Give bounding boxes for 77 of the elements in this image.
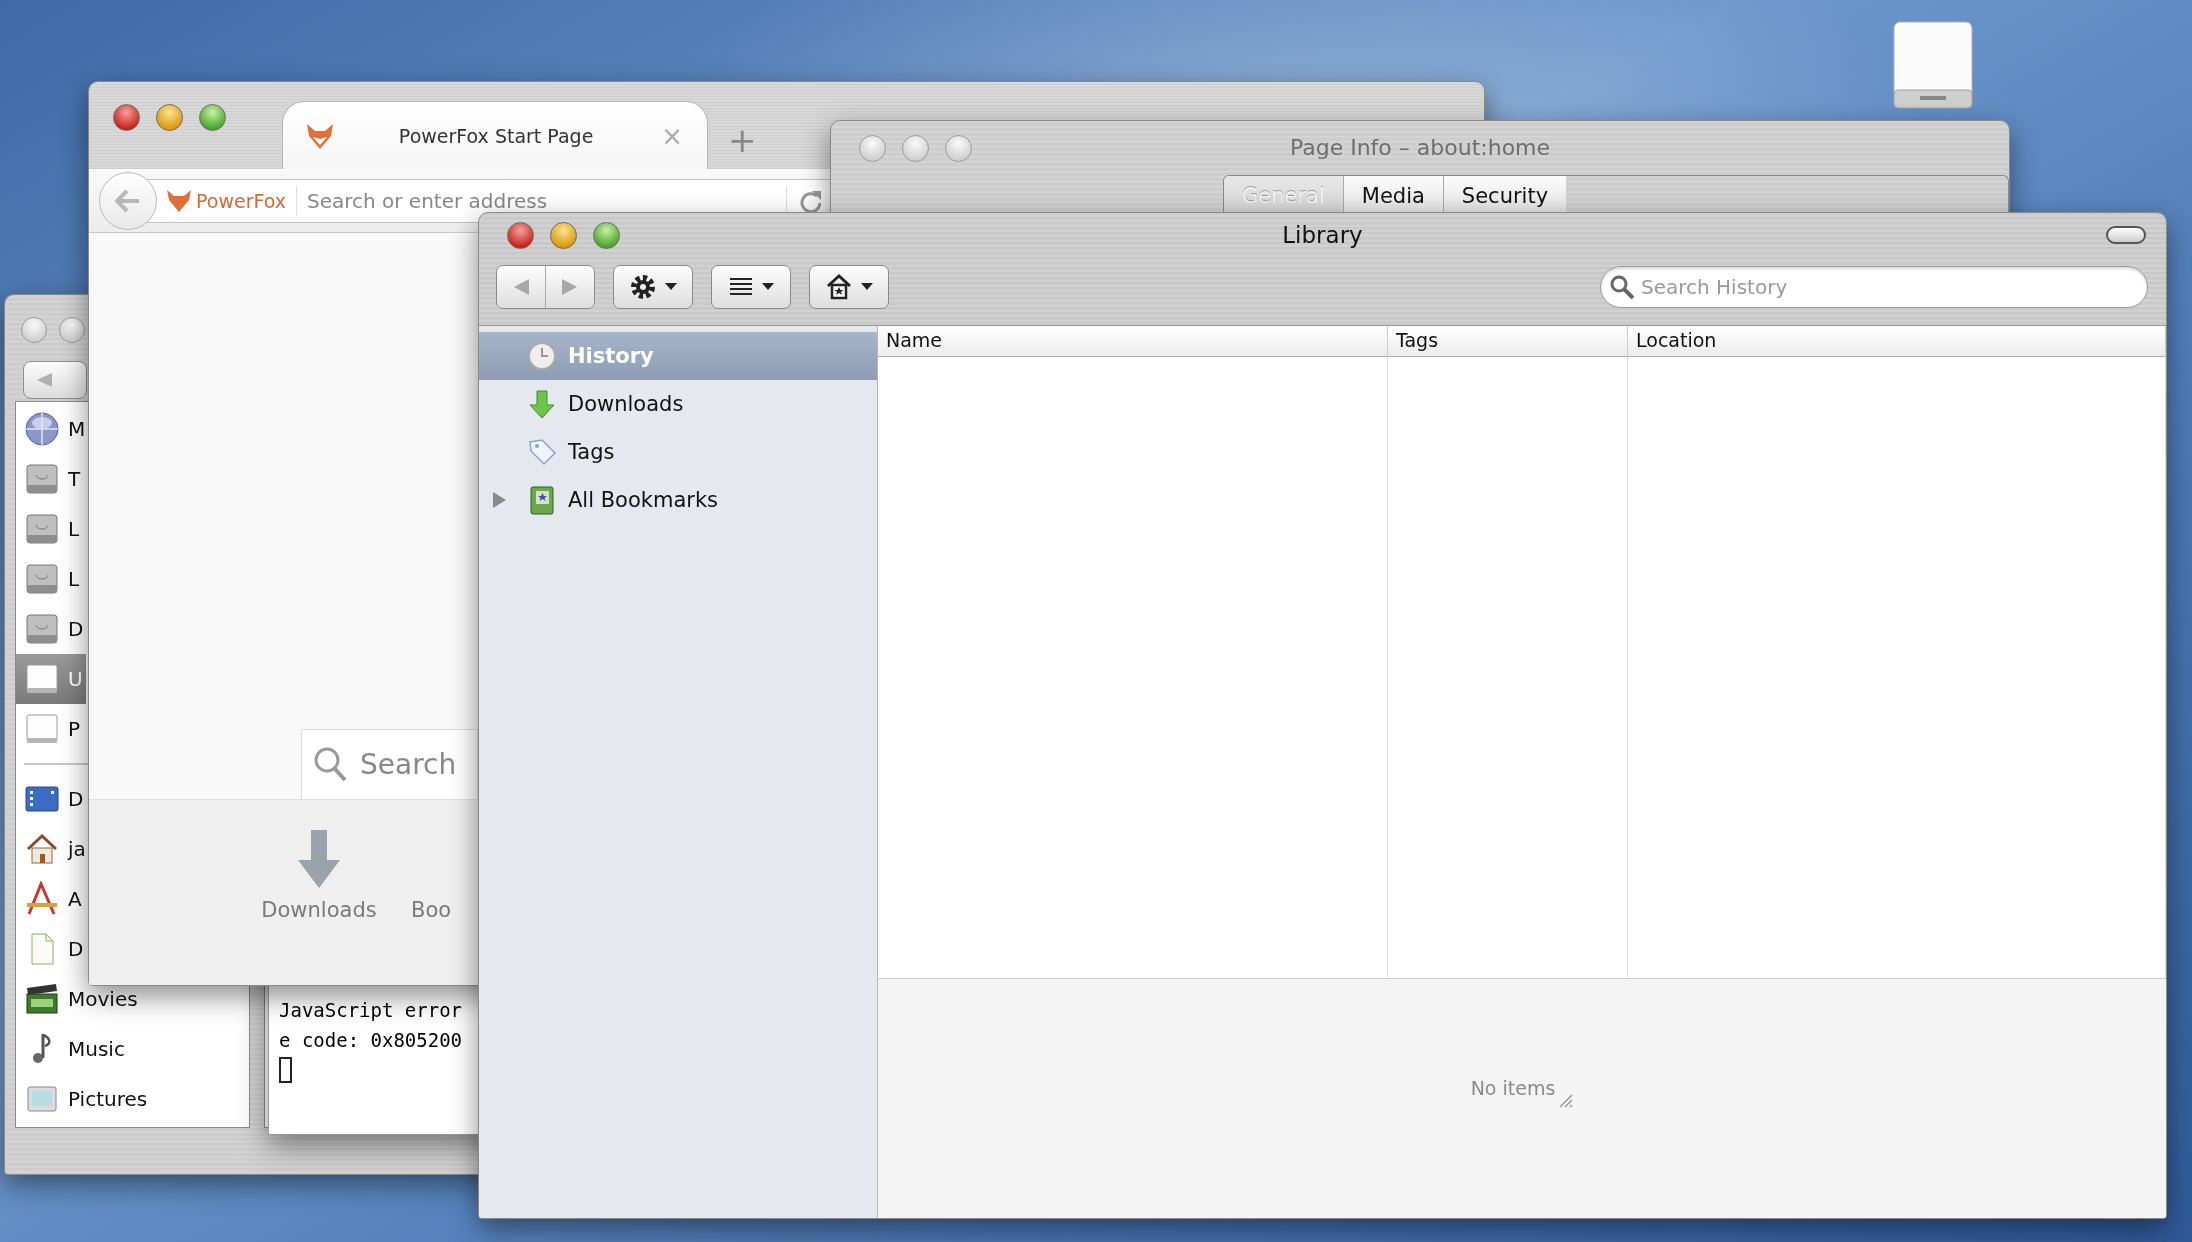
hard-drive-icon <box>24 611 60 647</box>
down-arrow-icon <box>296 828 342 890</box>
globe-icon <box>24 411 60 447</box>
reload-button[interactable] <box>799 189 821 212</box>
gear-icon <box>629 273 657 301</box>
minimize-button[interactable] <box>59 317 85 343</box>
sidebar-item[interactable]: A <box>16 874 85 924</box>
list-icon <box>728 276 754 298</box>
column-header[interactable]: Name <box>878 326 1388 357</box>
search-field[interactable]: Search History <box>1600 266 2148 308</box>
drive-icon <box>1890 20 1976 112</box>
view-menu-button[interactable] <box>711 265 791 309</box>
back-arrow-icon <box>115 188 141 213</box>
zoom-button[interactable] <box>199 104 226 131</box>
sidebar-item[interactable]: D <box>16 774 87 824</box>
close-button[interactable] <box>21 317 47 343</box>
sidebar-item[interactable]: Music <box>16 1024 128 1074</box>
caret-icon <box>665 283 677 291</box>
sidebar-item[interactable]: All Bookmarks <box>479 476 877 524</box>
sidebar-item[interactable]: D <box>16 924 87 974</box>
window-title: Library <box>1282 222 1363 248</box>
minimize-button[interactable] <box>550 221 577 249</box>
text-cursor <box>279 1057 292 1083</box>
house-icon <box>825 273 853 301</box>
address-field[interactable]: Search or enter address <box>297 187 617 214</box>
sidebar-item[interactable]: Movies <box>16 974 141 1024</box>
back-button[interactable] <box>23 361 87 399</box>
minimize-button[interactable] <box>902 134 929 162</box>
tag-icon <box>526 436 558 468</box>
sidebar-item[interactable]: L <box>16 504 83 554</box>
zoom-button[interactable] <box>945 134 972 162</box>
sidebar-item[interactable]: P <box>16 704 84 754</box>
triangle-icon <box>491 491 507 509</box>
terminal-line: JavaScript error <box>279 998 464 1023</box>
sidebar-item[interactable]: L <box>16 554 83 604</box>
back-button[interactable] <box>497 266 545 308</box>
launcher-button[interactable]: Downloads <box>249 828 389 985</box>
zoom-button[interactable] <box>593 221 620 249</box>
toolbar-toggle-button[interactable] <box>2106 226 2146 244</box>
site-identity[interactable]: PowerFox <box>166 185 297 216</box>
column-header[interactable]: Tags <box>1388 326 1628 357</box>
window-title: Page Info – about:home <box>1289 135 1551 160</box>
caret-icon <box>762 283 774 291</box>
clock-icon <box>526 340 558 372</box>
hard-drive-icon <box>24 461 60 497</box>
sidebar-item[interactable]: T <box>16 454 84 504</box>
minimize-button[interactable] <box>156 104 183 131</box>
sidebar-item[interactable]: ja <box>16 824 89 874</box>
down-arrow-icon <box>526 388 558 420</box>
close-button[interactable] <box>113 104 140 131</box>
tab[interactable]: Security <box>1443 176 1567 212</box>
compass-icon <box>24 881 60 917</box>
close-button[interactable] <box>507 221 534 249</box>
caret-icon <box>861 283 873 291</box>
fox-icon <box>305 121 335 150</box>
settings-menu-button[interactable] <box>613 265 693 309</box>
hard-drive-icon <box>24 561 60 597</box>
tab[interactable]: PowerFox Start Page × <box>282 101 708 169</box>
sidebar-item[interactable]: D <box>16 604 87 654</box>
terminal-line: e code: 0x805200 <box>279 1028 464 1053</box>
sidebar-item[interactable]: Downloads <box>479 380 877 428</box>
sidebar-item[interactable]: M <box>16 404 89 454</box>
sidebar-item[interactable]: Pictures <box>16 1074 151 1124</box>
house-icon <box>24 831 60 867</box>
import-menu-button[interactable] <box>809 265 889 309</box>
clapboard-icon <box>24 981 60 1017</box>
hard-drive-icon <box>24 511 60 547</box>
tab[interactable]: Media <box>1343 176 1444 212</box>
disclosure-triangle[interactable] <box>491 491 507 509</box>
empty-message: No items <box>1470 1076 1556 1099</box>
column-header[interactable]: Location <box>1628 326 2166 357</box>
sidebar-item[interactable]: Tags <box>479 428 877 476</box>
launcher-button[interactable]: Boo <box>411 828 452 985</box>
fox-icon <box>166 188 192 213</box>
reload-icon <box>799 189 821 212</box>
forward-button[interactable] <box>545 266 594 308</box>
close-button[interactable] <box>859 134 886 162</box>
